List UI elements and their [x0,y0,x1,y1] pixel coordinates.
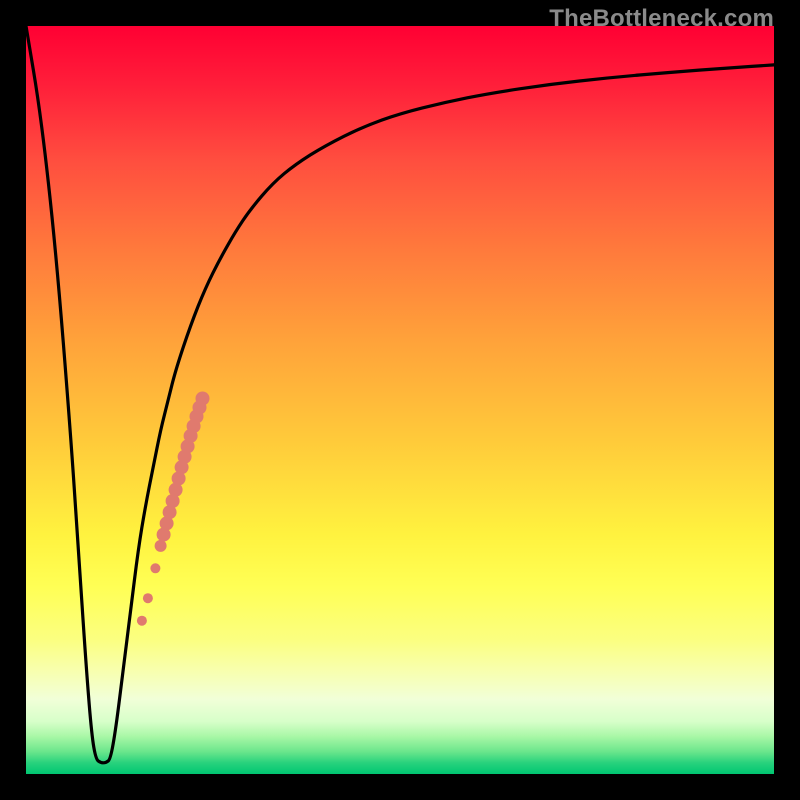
overlay-dot [143,593,153,603]
overlay-dot [196,392,210,406]
chart-frame: TheBottleneck.com [0,0,800,800]
bottleneck-curve [26,26,774,763]
curve-overlay [0,0,800,800]
overlay-dot [150,563,160,573]
overlay-dot [155,540,167,552]
overlay-dot [137,616,147,626]
